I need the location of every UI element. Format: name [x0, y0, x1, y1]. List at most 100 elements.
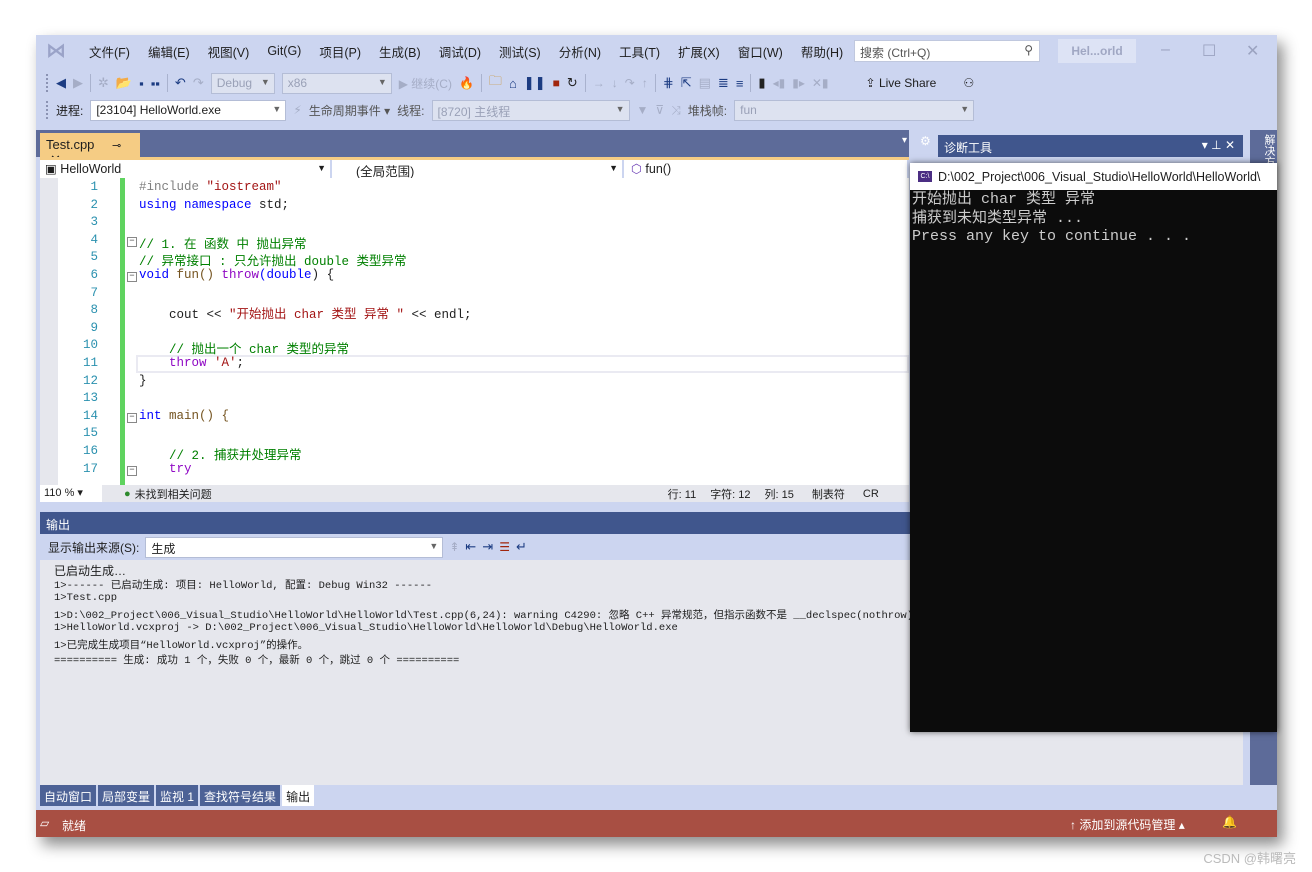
menu-file[interactable]: 文件(F)	[80, 42, 139, 61]
toolbar-grip[interactable]	[46, 74, 49, 92]
step-out-icon[interactable]: ↑	[642, 76, 648, 90]
tab-watch-1[interactable]: 监视 1	[156, 785, 199, 806]
project-dropdown[interactable]: ▣ HelloWorld ▼	[40, 160, 332, 178]
menu-analyze[interactable]: 分析(N)	[550, 42, 610, 61]
toolbar-grip[interactable]	[46, 101, 49, 119]
tab-find-symbol-results[interactable]: 查找符号结果	[200, 785, 281, 806]
chevron-down-icon: ▼	[960, 103, 970, 114]
step-over-icon[interactable]: ↷	[625, 76, 635, 90]
show-threads-icon[interactable]: ⤨	[671, 103, 681, 118]
scope-dropdown[interactable]: (全局范围) ▼	[334, 160, 624, 179]
lifecycle-icon[interactable]: ⚡	[293, 103, 301, 117]
filter-flag-icon[interactable]: ⊽	[655, 103, 664, 117]
continue-button[interactable]: ▶ 继续(C)	[399, 75, 452, 92]
memory-icon[interactable]: ▤	[699, 75, 711, 91]
stack-frame-dropdown[interactable]: fun ▼	[734, 99, 975, 121]
collapse-icon[interactable]: −	[127, 412, 137, 423]
stop-icon[interactable]: ■	[553, 76, 560, 90]
filter-icon[interactable]: ▼	[637, 103, 649, 117]
minimize-button[interactable]: –	[1161, 41, 1170, 59]
line-number: 9	[90, 320, 98, 335]
function-dropdown[interactable]: ⬡ fun()	[626, 160, 909, 178]
issues-indicator[interactable]: 未找到相关问题	[135, 486, 212, 502]
menu-project[interactable]: 项目(P)	[310, 42, 370, 61]
clear-all-icon[interactable]: ☰	[499, 540, 510, 554]
console-title-bar[interactable]: C:\ D:\002_Project\006_Visual_Studio\Hell…	[910, 163, 1277, 190]
menu-help[interactable]: 帮助(H)	[792, 42, 852, 61]
back-icon[interactable]: ◀	[56, 75, 66, 91]
tabs-indicator[interactable]: 制表符	[812, 486, 845, 502]
collapse-icon[interactable]: −	[127, 465, 137, 476]
process-dropdown[interactable]: [23104] HelloWorld.exe ▼	[90, 99, 287, 121]
tab-test-cpp[interactable]: Test.cpp ⊸ ✕	[40, 133, 140, 167]
platform-dropdown[interactable]: x86 ▼	[281, 72, 392, 94]
tab-autos[interactable]: 自动窗口	[40, 785, 97, 806]
menu-git[interactable]: Git(G)	[258, 44, 310, 58]
feedback-icon[interactable]: ⚇	[963, 76, 974, 90]
source-control-button[interactable]: ↑ 添加到源代码管理 ▴	[1070, 816, 1185, 833]
next-message-icon[interactable]: ⇥	[482, 539, 493, 555]
menu-window[interactable]: 窗口(W)	[729, 42, 792, 61]
close-button[interactable]: ✕	[1246, 41, 1259, 61]
open-folder-icon[interactable]: 📂	[116, 75, 132, 91]
prev-message-icon[interactable]: ⇤	[465, 539, 476, 555]
code-line: cout << "开始抛出 char 类型 异常 " << endl;	[139, 303, 472, 322]
close-panel-icon[interactable]: ▾ ⊥ ✕	[1202, 138, 1235, 152]
step-into-icon[interactable]: ↓	[612, 76, 618, 90]
indent-icon[interactable]: ≣	[718, 75, 729, 91]
redo-icon[interactable]: ↷	[193, 75, 204, 91]
zoom-dropdown[interactable]: 110 % ▾	[40, 485, 102, 502]
save-all-icon[interactable]: ▪▪	[151, 76, 160, 91]
watermark: CSDN @韩曙亮	[1203, 851, 1296, 866]
lifecycle-events-button[interactable]: 生命周期事件 ▾	[309, 102, 390, 119]
word-wrap-icon[interactable]: ↵	[516, 539, 527, 555]
hot-reload-icon[interactable]: 🔥	[459, 76, 474, 90]
line-number: 8	[90, 303, 98, 318]
diagnostics-icon[interactable]: ⌂	[509, 76, 517, 91]
new-project-icon[interactable]: ✲	[98, 75, 109, 91]
bottom-tool-tabs: 自动窗口 局部变量 监视 1 查找符号结果 输出	[40, 785, 315, 806]
console-window[interactable]: C:\ D:\002_Project\006_Visual_Studio\Hell…	[910, 163, 1277, 732]
tab-locals[interactable]: 局部变量	[98, 785, 155, 806]
menu-tools[interactable]: 工具(T)	[610, 42, 669, 61]
menu-build[interactable]: 生成(B)	[370, 42, 430, 61]
code-line: #include "iostream"	[139, 180, 282, 194]
console-line: 捕获到未知类型异常 ...	[912, 209, 1084, 227]
breakpoints-icon[interactable]: ⋕	[663, 75, 674, 91]
settings-gear-icon[interactable]: ⚙	[920, 134, 931, 148]
save-icon[interactable]: ▪	[139, 76, 144, 91]
bookmark-icon[interactable]: ▮	[758, 75, 765, 91]
maximize-button[interactable]: ☐	[1202, 41, 1216, 61]
forward-icon[interactable]: ▶	[73, 75, 83, 91]
next-bookmark-icon[interactable]: ▮▸	[792, 76, 805, 90]
search-input[interactable]: 搜索 (Ctrl+Q) ⚲	[854, 40, 1040, 62]
pause-icon[interactable]: ❚❚	[524, 75, 546, 91]
thread-dropdown[interactable]: [8720] 主线程 ▼	[431, 99, 630, 121]
select-pointer-icon[interactable]: ⇱	[681, 75, 692, 91]
tab-list-dropdown-icon[interactable]: ▾	[902, 135, 907, 146]
find-in-files-icon[interactable]: 🗀	[489, 72, 502, 94]
menu-debug[interactable]: 调试(D)	[430, 42, 490, 61]
config-dropdown[interactable]: Debug ▼	[210, 72, 275, 94]
line-ending-indicator[interactable]: CR	[863, 488, 879, 500]
live-share-button[interactable]: ⇪ Live Share	[866, 76, 937, 90]
clear-bookmarks-icon[interactable]: ✕▮	[812, 76, 829, 90]
collapse-icon[interactable]: −	[127, 236, 137, 247]
menu-test[interactable]: 测试(S)	[490, 42, 550, 61]
menu-extensions[interactable]: 扩展(X)	[669, 42, 729, 61]
menu-edit[interactable]: 编辑(E)	[139, 42, 199, 61]
collapse-icon[interactable]: −	[127, 272, 137, 282]
code-editor[interactable]: 1 #include "iostream" 2 using namespace std…	[40, 178, 909, 485]
find-message-icon[interactable]: ⇞	[449, 540, 459, 554]
tab-output[interactable]: 输出	[282, 785, 315, 806]
diagnostic-tools-header: 诊断工具 ▾ ⊥ ✕	[938, 135, 1243, 157]
undo-icon[interactable]: ↶	[175, 75, 186, 91]
pin-icon[interactable]: ⊸	[112, 140, 121, 152]
output-source-dropdown[interactable]: 生成 ▼	[145, 536, 444, 558]
show-next-statement-icon[interactable]: →	[593, 76, 605, 90]
comment-icon[interactable]: ≡	[736, 76, 744, 91]
menu-view[interactable]: 视图(V)	[199, 42, 259, 61]
restart-icon[interactable]: ↻	[567, 75, 578, 91]
notifications-icon[interactable]: 🔔	[1222, 815, 1237, 829]
prev-bookmark-icon[interactable]: ◂▮	[773, 76, 786, 90]
